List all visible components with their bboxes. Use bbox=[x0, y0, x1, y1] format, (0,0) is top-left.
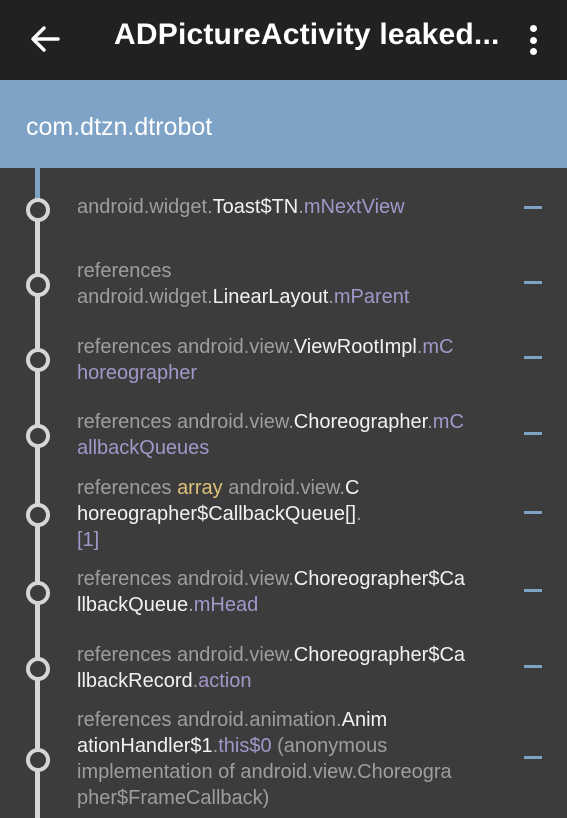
trace-segment: . bbox=[356, 503, 362, 525]
trace-segment: ationHandler$1 bbox=[77, 735, 213, 757]
trace-text: android.widget.Toast$TN.mNextView bbox=[77, 194, 507, 220]
trace-segment: llbackRecord bbox=[77, 670, 193, 692]
trace-line: [1] bbox=[77, 527, 507, 553]
trace-line: allbackQueues bbox=[77, 435, 507, 461]
trace-segment: Choreographer$Ca bbox=[293, 644, 466, 666]
overflow-menu-button[interactable] bbox=[519, 22, 547, 58]
trace-segment: llbackQueue bbox=[77, 594, 189, 616]
trace-segment: references bbox=[77, 260, 172, 282]
trace-node-icon bbox=[26, 503, 50, 527]
trace-segment: pher$FrameCallback) bbox=[77, 787, 270, 809]
trace-node-icon bbox=[26, 657, 50, 681]
collapse-icon[interactable] bbox=[524, 756, 542, 759]
trace-segment: array bbox=[177, 477, 223, 499]
trace-text: references android.animation.Anim ationHa… bbox=[77, 707, 507, 811]
screen-title: ADPictureActivity leaked... bbox=[114, 18, 500, 51]
collapse-icon[interactable] bbox=[524, 589, 542, 592]
trace-line: android.widget.LinearLayout.mParent bbox=[77, 284, 507, 310]
trace-line: references android.view.Choreographer$Ca bbox=[77, 566, 507, 592]
trace-line: android.widget.Toast$TN.mNextView bbox=[77, 194, 507, 220]
trace-line: implementation of android.view.Choreogra bbox=[77, 759, 507, 785]
trace-line: references android.view.ViewRootImpl.mC bbox=[77, 334, 507, 360]
back-button[interactable] bbox=[0, 0, 90, 80]
trace-text: references android.view.ViewRootImpl.mC h… bbox=[77, 334, 507, 386]
trace-segment: android.view. bbox=[222, 477, 345, 499]
trace-node-icon bbox=[26, 348, 50, 372]
trace-segment: ViewRootImpl bbox=[293, 336, 417, 358]
package-header: com.dtzn.dtrobot bbox=[0, 80, 567, 168]
trace-segment: C bbox=[344, 477, 360, 499]
trace-segment: LinearLayout bbox=[212, 286, 329, 308]
trace-node-icon bbox=[26, 198, 50, 222]
more-vert-icon bbox=[529, 25, 537, 32]
trace-node-icon bbox=[26, 273, 50, 297]
trace-line: references android.view.Choreographer$Ca bbox=[77, 642, 507, 668]
trace-segment: references android.view. bbox=[77, 411, 294, 433]
trace-segment: android.widget. bbox=[77, 286, 213, 308]
trace-segment: Choreographer$Ca bbox=[293, 568, 466, 590]
trace-node-icon bbox=[26, 581, 50, 605]
trace-line: ationHandler$1.this$0 (anonymous bbox=[77, 733, 507, 759]
trace-segment: action bbox=[198, 670, 252, 692]
trace-line: horeographer bbox=[77, 360, 507, 386]
trace-segment: horeographer$CallbackQueue[] bbox=[77, 503, 357, 525]
trace-spine-connector bbox=[35, 168, 40, 198]
trace-segment: references android.animation. bbox=[77, 709, 342, 731]
trace-line: references android.animation.Anim bbox=[77, 707, 507, 733]
trace-segment: android.widget. bbox=[77, 196, 213, 218]
trace-text: references android.view.Choreographer$Ca… bbox=[77, 642, 507, 694]
trace-segment: mNextView bbox=[303, 196, 405, 218]
collapse-icon[interactable] bbox=[524, 665, 542, 668]
trace-line: references array android.view.C bbox=[77, 475, 507, 501]
trace-segment: mC bbox=[422, 336, 454, 358]
collapse-icon[interactable] bbox=[524, 356, 542, 359]
package-name: com.dtzn.dtrobot bbox=[26, 113, 213, 141]
arrow-back-icon bbox=[31, 26, 60, 52]
trace-segment: allbackQueues bbox=[77, 437, 210, 459]
trace-segment: (anonymous bbox=[271, 735, 388, 757]
trace-segment: horeographer bbox=[77, 362, 198, 384]
trace-segment: Choreographer bbox=[293, 411, 428, 433]
trace-text: references android.view.Choreographer.mC… bbox=[77, 409, 507, 461]
trace-line: llbackRecord.action bbox=[77, 668, 507, 694]
trace-spine bbox=[35, 168, 40, 818]
trace-node-icon bbox=[26, 748, 50, 772]
trace-segment: references android.view. bbox=[77, 568, 294, 590]
trace-line: horeographer$CallbackQueue[]. bbox=[77, 501, 507, 527]
trace-segment: Toast$TN bbox=[212, 196, 299, 218]
trace-node-icon bbox=[26, 424, 50, 448]
trace-segment: mParent bbox=[333, 286, 410, 308]
trace-text: references android.view.Choreographer$Ca… bbox=[77, 566, 507, 618]
trace-segment: [1] bbox=[77, 529, 100, 551]
collapse-icon[interactable] bbox=[524, 281, 542, 284]
trace-text: references array android.view.C horeograp… bbox=[77, 475, 507, 553]
trace-segment: Anim bbox=[341, 709, 388, 731]
collapse-icon[interactable] bbox=[524, 511, 542, 514]
trace-segment: mC bbox=[432, 411, 464, 433]
collapse-icon[interactable] bbox=[524, 432, 542, 435]
trace-line: references android.view.Choreographer.mC bbox=[77, 409, 507, 435]
trace-segment: references android.view. bbox=[77, 336, 294, 358]
app-bar: ADPictureActivity leaked... bbox=[0, 0, 567, 80]
trace-segment: references bbox=[77, 477, 178, 499]
trace-line: llbackQueue.mHead bbox=[77, 592, 507, 618]
trace-segment: this$0 bbox=[218, 735, 272, 757]
trace-segment: implementation of android.view.Choreogra bbox=[77, 761, 452, 783]
trace-line: references bbox=[77, 258, 507, 284]
trace-line: pher$FrameCallback) bbox=[77, 785, 507, 811]
trace-segment: mHead bbox=[193, 594, 259, 616]
trace-segment: references android.view. bbox=[77, 644, 294, 666]
trace-text: references android.widget.LinearLayout.mP… bbox=[77, 258, 507, 310]
collapse-icon[interactable] bbox=[524, 206, 542, 209]
